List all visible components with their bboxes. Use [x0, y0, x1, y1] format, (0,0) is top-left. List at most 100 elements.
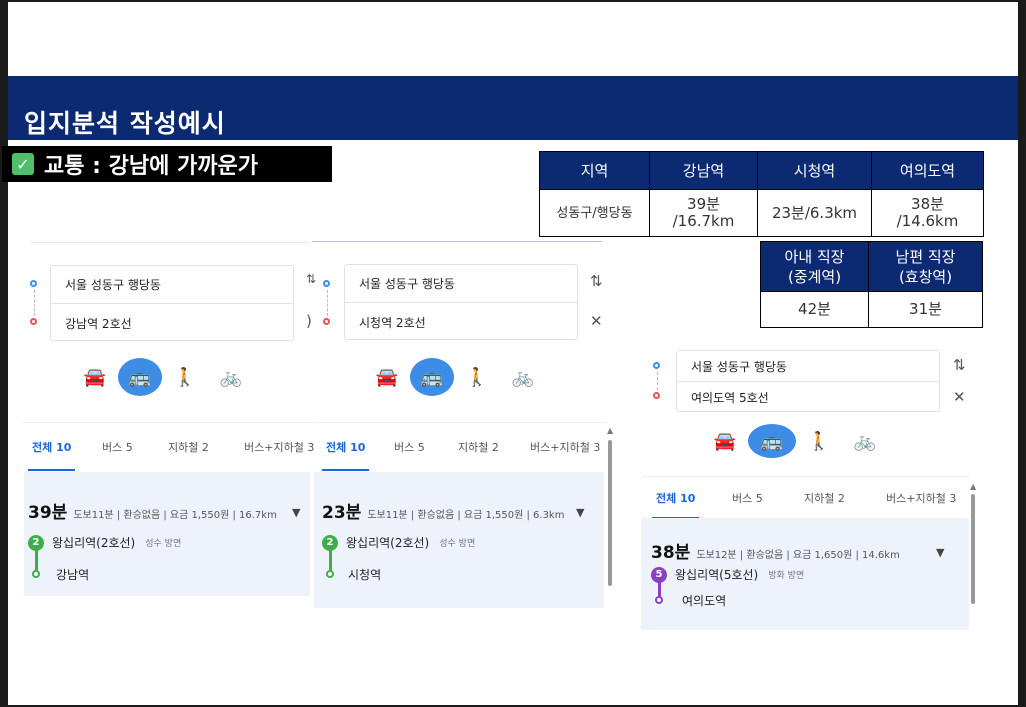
- arrive-station-row: 여의도역: [682, 592, 726, 609]
- transport-modes: 🚘 🚌 🚶 🚲: [364, 358, 546, 396]
- direction-text: 성수 방면: [145, 539, 182, 549]
- origin-input[interactable]: 서울 성동구 행당동: [51, 266, 293, 304]
- subway-line-bar: [329, 548, 332, 572]
- scrollbar[interactable]: [608, 440, 612, 586]
- board-station-row: 2 왕십리역(2호선) 성수 방면: [28, 534, 181, 551]
- bike-icon[interactable]: 🚲: [208, 358, 254, 396]
- end-station-dot-icon: [32, 570, 40, 578]
- panel-divider: [312, 241, 602, 242]
- result-meta: 도보12분 | 환승없음 | 요금 1,650원 | 14.6km: [696, 550, 900, 561]
- tab-bus[interactable]: 버스 5: [102, 423, 133, 471]
- walk-icon[interactable]: 🚶: [162, 358, 208, 396]
- tab-subway[interactable]: 지하철 2: [804, 477, 845, 519]
- arrive-station-row: 시청역: [348, 566, 381, 583]
- workplace-table: 아내 직장 (중계역) 남편 직장 (효창역) 42분 31분: [760, 241, 983, 328]
- chevron-down-icon[interactable]: ▼: [576, 506, 584, 519]
- route-input-box: 서울 성동구 행당동 강남역 2호선: [50, 265, 294, 341]
- board-station-row: 2 왕십리역(2호선) 성수 방면: [322, 534, 475, 551]
- close-icon[interactable]: ✕: [590, 312, 603, 330]
- end-station-dot-icon: [326, 570, 334, 578]
- table-header: 아내 직장 (중계역): [760, 241, 869, 292]
- car-icon[interactable]: 🚘: [364, 358, 410, 396]
- subway-line-bar: [35, 548, 38, 572]
- car-icon[interactable]: 🚘: [72, 358, 118, 396]
- tab-subway[interactable]: 지하철 2: [168, 423, 209, 471]
- line-badge: 5: [651, 566, 667, 583]
- tab-bus-subway[interactable]: 버스+지하철 3: [530, 423, 600, 471]
- tab-bus[interactable]: 버스 5: [394, 423, 425, 471]
- board-station: 왕십리역(2호선): [52, 536, 136, 550]
- origin-input[interactable]: 서울 성동구 행당동: [345, 265, 577, 303]
- scrollbar[interactable]: [971, 494, 975, 604]
- bus-icon[interactable]: 🚌: [410, 358, 454, 396]
- scroll-up-icon[interactable]: ▲: [970, 482, 976, 491]
- table-header: 남편 직장 (효창역): [868, 241, 983, 292]
- origin-dot-icon: [323, 280, 330, 287]
- arrive-station: 강남역: [56, 568, 90, 582]
- section-label-text: 교통 : 강남에 가까운가: [44, 154, 258, 179]
- swap-vertical-icon[interactable]: ⇅: [953, 356, 966, 374]
- chevron-down-icon[interactable]: ▼: [292, 506, 300, 519]
- result-time: 39분: [28, 503, 68, 523]
- end-station-dot-icon: [655, 596, 663, 604]
- result-tabs: 전체 10 버스 5 지하철 2 버스+지하철 3: [642, 476, 970, 519]
- tab-bus[interactable]: 버스 5: [732, 477, 763, 519]
- checkbox-icon: ✓: [12, 153, 34, 175]
- table-cell: 23분/6.3km: [757, 189, 872, 237]
- table-header: 강남역: [649, 151, 758, 190]
- line-badge: 2: [322, 534, 338, 551]
- result-header: 39분 도보11분 | 환승없음 | 요금 1,550원 | 16.7km: [28, 498, 277, 523]
- destination-input[interactable]: 시청역 2호선: [345, 303, 577, 341]
- table-header: 여의도역: [871, 151, 984, 190]
- close-icon[interactable]: ): [306, 312, 312, 330]
- route-input-box: 서울 성동구 행당동 여의도역 5호선: [676, 350, 940, 412]
- tab-all[interactable]: 전체 10: [27, 423, 76, 471]
- origin-dot-icon: [653, 362, 660, 369]
- route-connector: [327, 290, 328, 316]
- transport-modes: 🚘 🚌 🚶 🚲: [702, 422, 888, 460]
- transport-modes: 🚘 🚌 🚶 🚲: [72, 358, 254, 396]
- origin-input[interactable]: 서울 성동구 행당동: [677, 351, 939, 382]
- close-icon[interactable]: ✕: [953, 388, 966, 406]
- tab-bus-subway[interactable]: 버스+지하철 3: [886, 477, 956, 519]
- destination-dot-icon: [323, 318, 330, 325]
- panel-divider: [30, 242, 310, 243]
- destination-input[interactable]: 여의도역 5호선: [677, 382, 939, 413]
- result-time: 23분: [322, 503, 362, 523]
- chevron-down-icon[interactable]: ▼: [936, 546, 944, 559]
- bus-icon[interactable]: 🚌: [748, 424, 796, 458]
- table-header: 지역: [539, 151, 650, 190]
- scroll-up-icon[interactable]: ▲: [607, 426, 613, 435]
- result-header: 38분 도보12분 | 환승없음 | 요금 1,650원 | 14.6km: [651, 538, 900, 563]
- destination-dot-icon: [653, 392, 660, 399]
- swap-vertical-icon[interactable]: ⇅: [590, 272, 603, 290]
- page-title: 입지분석 작성예시: [24, 109, 226, 138]
- result-header: 23분 도보11분 | 환승없음 | 요금 1,550원 | 6.3km: [322, 498, 564, 523]
- tab-all[interactable]: 전체 10: [651, 477, 700, 519]
- table-cell: 42분: [760, 291, 869, 328]
- bike-icon[interactable]: 🚲: [500, 358, 546, 396]
- arrive-station: 여의도역: [682, 594, 727, 608]
- arrive-station: 시청역: [348, 568, 382, 582]
- tab-bus-subway[interactable]: 버스+지하철 3: [244, 423, 314, 471]
- board-station: 왕십리역(2호선): [346, 536, 430, 550]
- route-connector: [657, 372, 658, 390]
- route-input-box: 서울 성동구 행당동 시청역 2호선: [344, 264, 578, 340]
- result-tabs: 전체 10 버스 5 지하철 2 버스+지하철 3: [22, 422, 314, 471]
- swap-vertical-icon[interactable]: ⇅: [306, 272, 316, 286]
- table-cell: 성동구/행당동: [539, 189, 650, 237]
- table-cell: 39분/16.7km: [649, 189, 758, 237]
- car-icon[interactable]: 🚘: [702, 422, 748, 460]
- result-time: 38분: [651, 543, 691, 563]
- bus-icon[interactable]: 🚌: [118, 358, 162, 396]
- walk-icon[interactable]: 🚶: [796, 422, 842, 460]
- travel-time-table: 지역 강남역 시청역 여의도역 성동구/행당동 39분/16.7km 23분/6…: [539, 151, 984, 237]
- destination-input[interactable]: 강남역 2호선: [51, 304, 293, 342]
- result-meta: 도보11분 | 환승없음 | 요금 1,550원 | 16.7km: [73, 510, 277, 521]
- tab-subway[interactable]: 지하철 2: [458, 423, 499, 471]
- walk-icon[interactable]: 🚶: [454, 358, 500, 396]
- direction-text: 방화 방면: [768, 571, 805, 581]
- table-cell: 31분: [868, 291, 983, 328]
- tab-all[interactable]: 전체 10: [321, 423, 370, 471]
- bike-icon[interactable]: 🚲: [842, 422, 888, 460]
